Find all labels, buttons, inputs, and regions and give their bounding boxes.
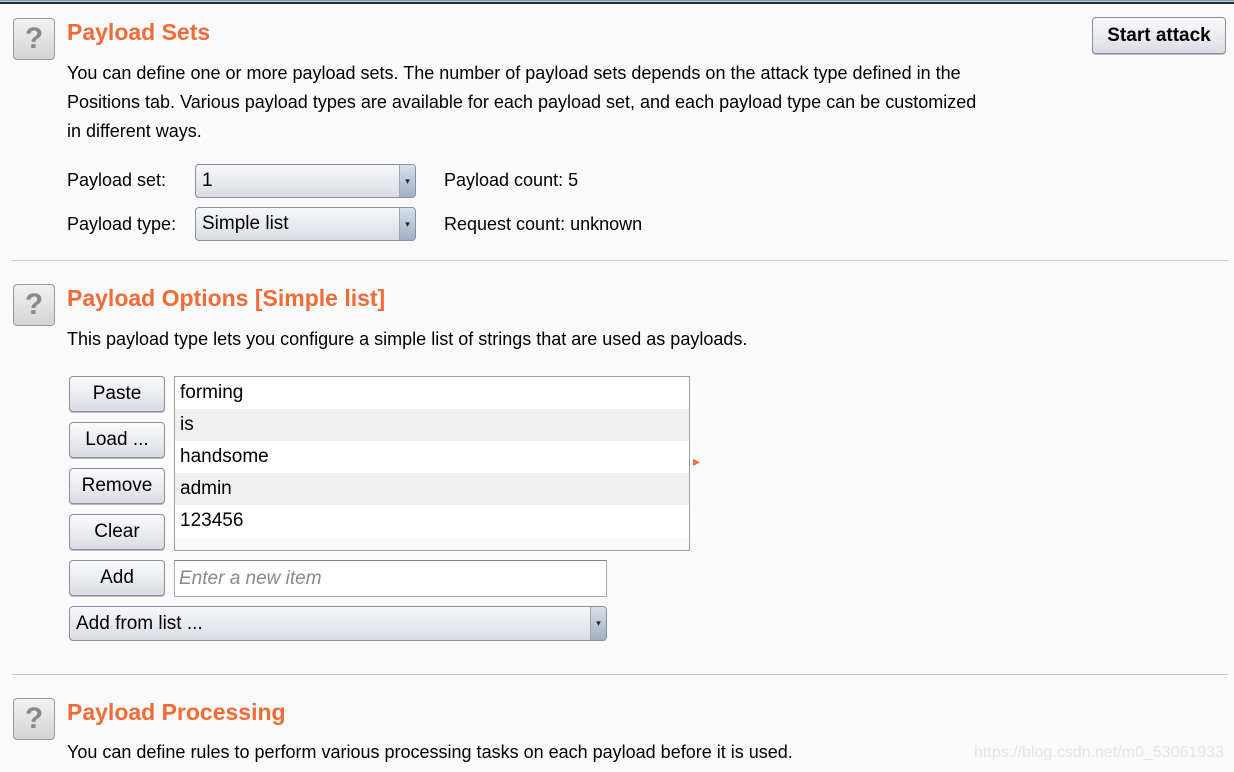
desc-line: You can define one or more payload sets.… <box>67 63 961 83</box>
desc-line: in different ways. <box>67 121 202 141</box>
payload-set-label: Payload set: <box>67 170 167 190</box>
payload-processing-title: Payload Processing <box>67 699 286 725</box>
paste-button[interactable]: Paste <box>69 376 165 412</box>
payload-sets-description: You can define one or more payload sets.… <box>67 59 976 146</box>
payload-options-description: This payload type lets you configure a s… <box>67 329 748 349</box>
load-button[interactable]: Load ... <box>69 422 165 458</box>
payload-sets-title: Payload Sets <box>67 19 211 45</box>
help-icon[interactable]: ? <box>13 284 55 326</box>
list-item[interactable]: forming <box>175 377 689 409</box>
payload-type-value: Simple list <box>202 213 289 234</box>
list-item[interactable]: handsome <box>175 441 689 473</box>
chevron-down-icon: ▾ <box>399 208 415 240</box>
payload-set-select[interactable]: 1 ▾ <box>195 164 416 198</box>
watermark: https://blog.csdn.net/m0_53061933 <box>974 744 1224 761</box>
divider <box>12 674 1228 675</box>
payload-list[interactable]: forming is handsome admin 123456 <box>174 376 690 551</box>
payload-processing-description: You can define rules to perform various … <box>67 742 793 762</box>
payload-type-select[interactable]: Simple list ▾ <box>195 207 416 241</box>
chevron-down-icon: ▾ <box>399 165 415 197</box>
help-icon[interactable]: ? <box>13 18 55 60</box>
add-from-list-value: Add from list ... <box>76 613 203 634</box>
expand-arrow-icon[interactable]: ▸ <box>693 453 700 470</box>
request-count: Request count: unknown <box>444 214 643 234</box>
list-item[interactable]: admin <box>175 473 689 505</box>
payload-options-title: Payload Options [Simple list] <box>67 285 386 311</box>
top-border <box>0 0 1234 4</box>
divider <box>12 260 1228 261</box>
list-item[interactable]: 123456 <box>175 505 689 537</box>
clear-button[interactable]: Clear <box>69 514 165 550</box>
desc-line: Positions tab. Various payload types are… <box>67 92 977 112</box>
list-item[interactable]: is <box>175 409 689 441</box>
payload-type-label: Payload type: <box>67 214 177 234</box>
add-button[interactable]: Add <box>69 560 165 596</box>
help-icon[interactable]: ? <box>13 698 55 740</box>
payload-set-value: 1 <box>202 170 213 191</box>
payload-count: Payload count: 5 <box>444 170 579 190</box>
add-from-list-select[interactable]: Add from list ... ▾ <box>69 606 607 641</box>
start-attack-button[interactable]: Start attack <box>1092 17 1226 54</box>
chevron-down-icon: ▾ <box>590 607 606 640</box>
remove-button[interactable]: Remove <box>69 468 165 504</box>
new-item-input[interactable] <box>174 560 607 597</box>
